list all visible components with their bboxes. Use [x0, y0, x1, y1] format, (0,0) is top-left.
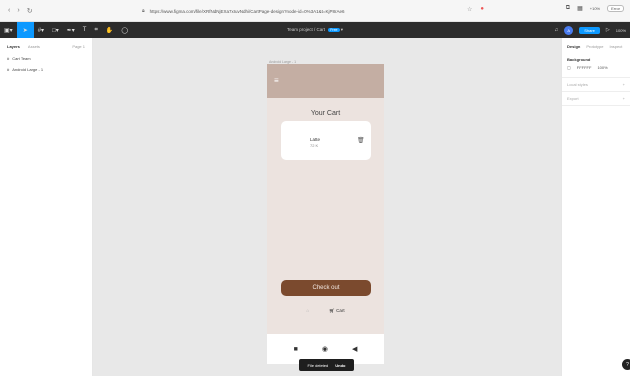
avatar[interactable]: A: [564, 25, 574, 35]
page-selector[interactable]: Page 1: [72, 44, 85, 49]
undo-button[interactable]: Undo: [335, 363, 345, 368]
cart-icon: 🛒︎: [329, 308, 335, 313]
bg-row[interactable]: ▢ FFFFFF 100%: [567, 62, 625, 73]
export-label: Export: [567, 96, 579, 101]
properties-panel: Design Prototype Inspect Background ▢ FF…: [561, 38, 630, 376]
tab-design[interactable]: Design: [567, 44, 580, 49]
toast: File deleted Undo: [299, 359, 354, 371]
reload-icon[interactable]: ↻: [27, 7, 33, 15]
home-icon[interactable]: ⌂: [306, 308, 309, 314]
layers-panel: Layers Assets Page 1 # Cart Team # Andro…: [0, 38, 93, 376]
back-icon[interactable]: ‹: [8, 7, 10, 15]
frame-icon: #: [7, 56, 10, 61]
export-section[interactable]: Export +: [562, 92, 630, 106]
profile-button[interactable]: Error: [607, 5, 624, 12]
forward-icon[interactable]: ›: [17, 7, 19, 15]
puzzle-icon[interactable]: ⧉: [566, 5, 570, 12]
tools: ▣▾ ➤ #▾ □▾ ✒▾ T ⌗ ✋ ◯: [0, 22, 132, 38]
swatch-icon: ▢: [567, 65, 571, 70]
browser-nav: ‹ › ↻: [8, 7, 33, 15]
separator: /: [313, 27, 316, 32]
headphones-icon[interactable]: ♫: [554, 27, 558, 33]
nav-cart-label: Cart: [336, 308, 345, 313]
file-name[interactable]: Cart: [317, 27, 326, 32]
pen-tool-icon[interactable]: ✒▾: [63, 27, 79, 34]
browser-actions: ⧉ ▦ +10% Error: [566, 5, 624, 12]
sidebar-icon[interactable]: ▦: [577, 5, 583, 12]
bg-hex[interactable]: FFFFFF: [577, 65, 592, 70]
right-tabs: Design Prototype Inspect: [562, 38, 630, 53]
lock-icon: 🔒︎: [142, 8, 145, 14]
cart-title: Your Cart: [310, 110, 341, 117]
project-name[interactable]: Team project: [287, 27, 313, 32]
extensions: ☆ ●: [467, 6, 484, 13]
browser-bar: ‹ › ↻ 🔒︎ https://www.figma.com/file/XRfN…: [0, 0, 630, 22]
move-tool-icon[interactable]: ➤: [16, 22, 34, 38]
toolbar-right: ♫ A Share ▷ 100%: [554, 25, 626, 35]
tab-inspect[interactable]: Inspect: [609, 44, 622, 49]
layer-item[interactable]: # Cart Team: [0, 53, 92, 64]
comment-tool-icon[interactable]: ◯: [117, 27, 132, 34]
tab-assets[interactable]: Assets: [28, 44, 40, 49]
phone-frame[interactable]: ≡ Your Cart Latte 72 K 🗑︎ Check out ⌂ 🛒︎…: [267, 64, 384, 364]
tab-layers[interactable]: Layers: [7, 44, 20, 49]
tab-prototype[interactable]: Prototype: [586, 44, 603, 49]
layer-label: Android Large - 1: [12, 67, 44, 72]
back-triangle-icon[interactable]: ◀: [352, 345, 357, 353]
text-tool-icon[interactable]: T: [79, 27, 91, 33]
help-button[interactable]: ?: [622, 359, 630, 370]
star-icon[interactable]: ☆: [467, 6, 472, 13]
zoom-label: +10%: [589, 6, 601, 11]
chevron-down-icon[interactable]: ▾: [341, 27, 343, 32]
layer-label: Cart Team: [12, 56, 31, 61]
frame-tool-icon[interactable]: #▾: [34, 27, 48, 34]
item-price: 72 K: [310, 143, 319, 148]
figma-toolbar: ▣▾ ➤ #▾ □▾ ✒▾ T ⌗ ✋ ◯ Team project / Car…: [0, 22, 630, 38]
canvas[interactable]: Android Large - 1 ≡ Your Cart Latte 72 K…: [93, 38, 561, 376]
address-bar[interactable]: 🔒︎ https://www.figma.com/file/XRfNdNjEXa…: [142, 6, 472, 16]
zoom-dropdown[interactable]: 100%: [616, 28, 626, 33]
left-tabs: Layers Assets Page 1: [0, 38, 92, 53]
local-styles-label: Local styles: [567, 82, 588, 87]
shape-tool-icon[interactable]: □▾: [48, 27, 63, 34]
item-name: Latte: [310, 137, 321, 142]
main-menu-icon[interactable]: ▣▾: [0, 27, 17, 34]
share-button[interactable]: Share: [579, 26, 600, 34]
plus-icon[interactable]: +: [623, 96, 625, 101]
frame-icon: #: [7, 67, 10, 72]
url-text: https://www.figma.com/file/XRfNdNjEXa7xI…: [149, 8, 345, 14]
home-button-icon[interactable]: ◉: [322, 345, 328, 353]
play-icon[interactable]: ▷: [606, 27, 610, 33]
local-styles-section[interactable]: Local styles +: [562, 78, 630, 92]
app-header: ≡: [267, 64, 384, 98]
layer-item[interactable]: # Android Large - 1: [0, 64, 92, 75]
plan-badge: Free: [328, 28, 340, 32]
background-section: Background ▢ FFFFFF 100%: [562, 53, 630, 78]
nav-cart[interactable]: 🛒︎ Cart: [329, 308, 345, 314]
plus-icon[interactable]: +: [623, 82, 625, 87]
hamburger-icon[interactable]: ≡: [274, 76, 279, 85]
bg-opacity[interactable]: 100%: [597, 65, 607, 70]
trash-icon[interactable]: 🗑︎: [357, 137, 365, 144]
checkout-button[interactable]: Check out: [281, 280, 371, 296]
extension-icon[interactable]: ●: [480, 6, 484, 13]
toast-text: File deleted: [307, 362, 329, 368]
cart-item-card[interactable]: Latte 72 K 🗑︎: [281, 121, 371, 160]
recents-icon[interactable]: ■: [294, 346, 298, 353]
bottom-nav: ⌂ 🛒︎ Cart: [267, 308, 384, 314]
hand-tool-icon[interactable]: ✋: [102, 27, 117, 34]
resources-icon[interactable]: ⌗: [90, 27, 101, 34]
